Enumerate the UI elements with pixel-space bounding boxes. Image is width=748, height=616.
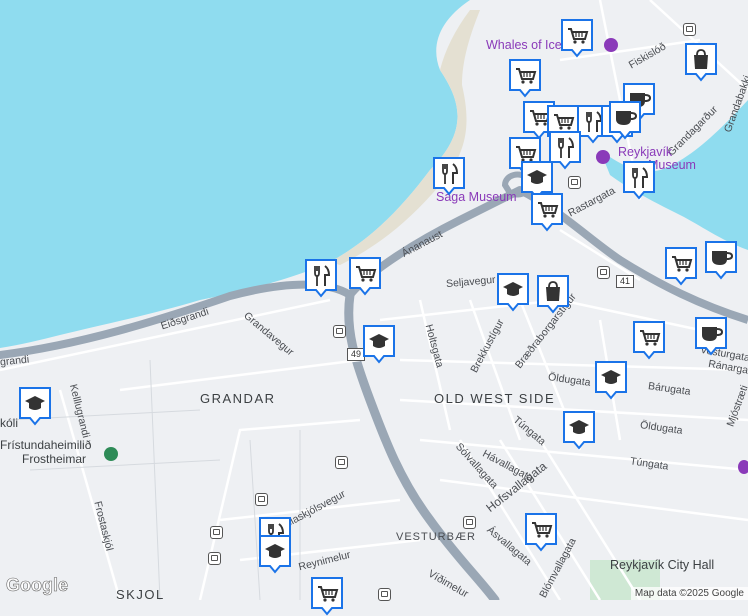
bus-stop-icon[interactable] (683, 23, 696, 36)
cart-pin-icon[interactable] (560, 18, 594, 58)
poi-skoli[interactable]: kóli (0, 416, 18, 430)
fork-pin-icon[interactable] (548, 130, 582, 170)
bag-pin-icon[interactable] (536, 274, 570, 314)
school-pin-icon[interactable] (594, 360, 628, 400)
fork-pin-icon[interactable] (304, 258, 338, 298)
bus-stop-icon[interactable] (463, 516, 476, 529)
fork-pin-icon[interactable] (622, 160, 656, 200)
bus-stop-icon[interactable] (568, 176, 581, 189)
cart-pin-icon[interactable] (664, 246, 698, 286)
cart-pin-icon[interactable] (348, 256, 382, 296)
fork-pin-icon[interactable] (432, 156, 466, 196)
cart-pin-icon[interactable] (508, 58, 542, 98)
poi-maritime-museum-line1[interactable]: Reykjavík (618, 145, 672, 159)
poi-dot-maritime[interactable] (596, 150, 610, 164)
poi-city-hall[interactable]: Reykjavík City Hall (610, 558, 714, 572)
school-pin-icon[interactable] (18, 386, 52, 426)
cart-pin-icon[interactable] (530, 192, 564, 232)
cup-pin-icon[interactable] (704, 240, 738, 280)
poi-dot-whales[interactable] (604, 38, 618, 52)
cup-pin-icon[interactable] (608, 100, 642, 140)
bus-stop-icon[interactable] (597, 266, 610, 279)
bus-stop-icon[interactable] (333, 325, 346, 338)
district-old-west-side: OLD WEST SIDE (434, 391, 556, 406)
poi-frostheimar-line2[interactable]: Frostheimar (22, 452, 86, 466)
route-shield-41: 41 (616, 275, 635, 288)
label-vesturbaer: VESTURBÆR (396, 531, 476, 543)
bus-stop-icon[interactable] (378, 588, 391, 601)
map-attribution[interactable]: Map data ©2025 Google (630, 587, 748, 600)
school-pin-icon[interactable] (258, 534, 292, 574)
school-pin-icon[interactable] (496, 272, 530, 312)
cart-pin-icon[interactable] (310, 576, 344, 616)
cart-pin-icon[interactable] (632, 320, 666, 360)
bus-stop-icon[interactable] (208, 552, 221, 565)
cart-pin-icon[interactable] (524, 512, 558, 552)
poi-frostheimar-line1[interactable]: Frístundaheimilið (0, 438, 91, 452)
google-logo: Google (6, 575, 69, 596)
cup-pin-icon[interactable] (694, 316, 728, 356)
bus-stop-icon[interactable] (255, 493, 268, 506)
bus-stop-icon[interactable] (335, 456, 348, 469)
poi-dot-city-hall[interactable] (738, 460, 748, 474)
bag-pin-icon[interactable] (684, 42, 718, 82)
school-pin-icon[interactable] (520, 160, 554, 200)
school-pin-icon[interactable] (562, 410, 596, 450)
poi-dot-frostheimar[interactable] (104, 447, 118, 461)
school-pin-icon[interactable] (362, 324, 396, 364)
bus-stop-icon[interactable] (210, 526, 223, 539)
district-grandar: GRANDAR (200, 391, 276, 406)
